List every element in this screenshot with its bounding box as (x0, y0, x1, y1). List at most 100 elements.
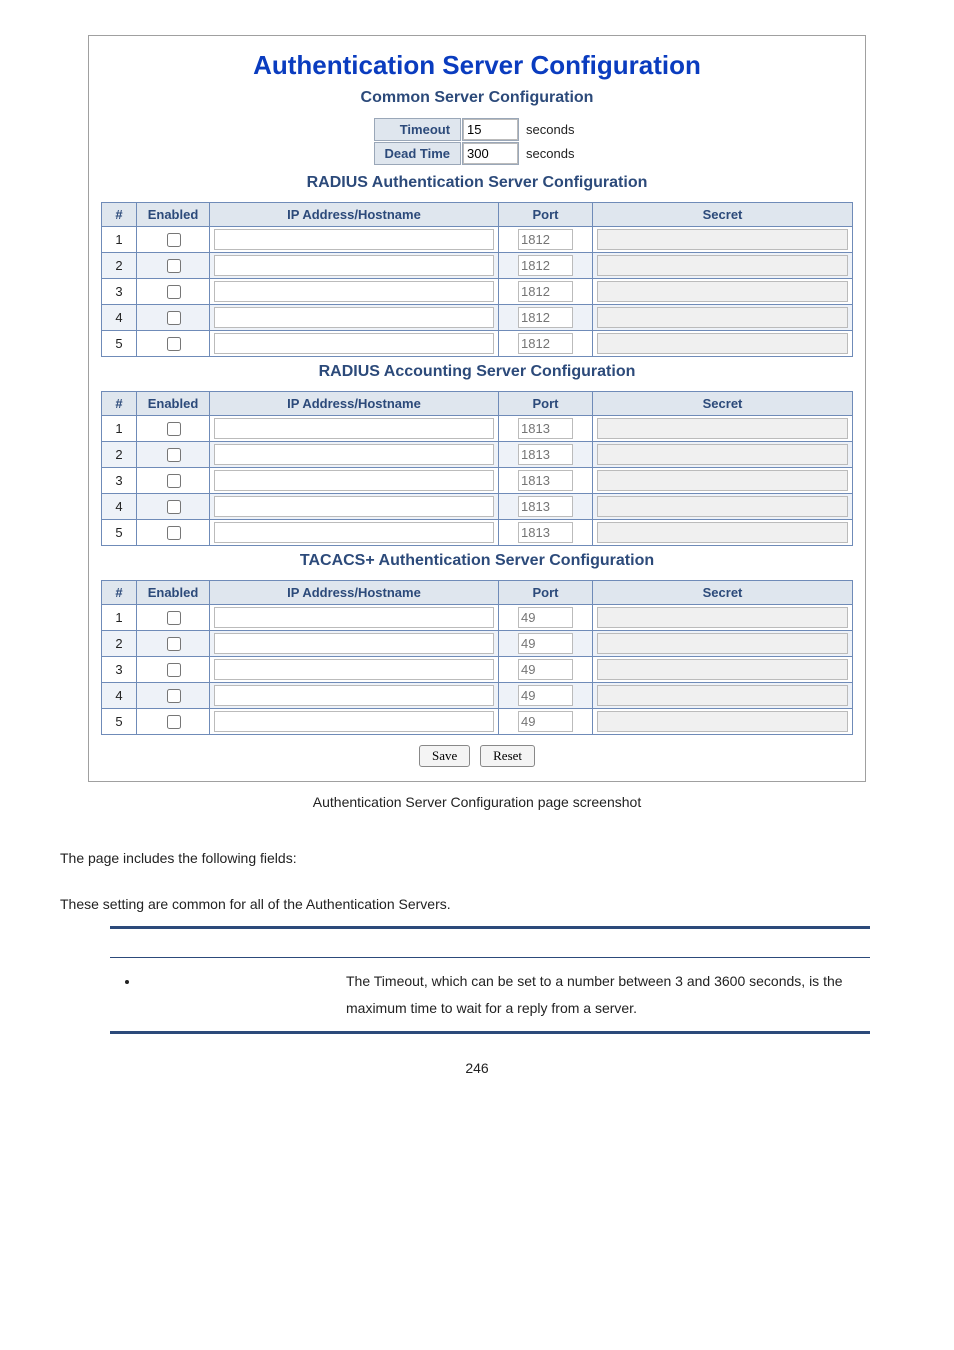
secret-input[interactable] (597, 711, 848, 732)
secret-input[interactable] (597, 307, 848, 328)
secret-input[interactable] (597, 496, 848, 517)
secret-input[interactable] (597, 470, 848, 491)
figure-caption: Authentication Server Configuration page… (60, 794, 894, 810)
enabled-checkbox[interactable] (167, 337, 181, 351)
ip-input[interactable] (214, 711, 494, 732)
col-num: # (102, 392, 137, 416)
secret-input[interactable] (597, 444, 848, 465)
col-enabled: Enabled (137, 581, 210, 605)
secret-input[interactable] (597, 255, 848, 276)
secret-input[interactable] (597, 281, 848, 302)
timeout-label: Timeout (374, 118, 462, 141)
deadtime-input[interactable] (463, 143, 518, 164)
ip-input[interactable] (214, 307, 494, 328)
port-input[interactable] (518, 633, 573, 654)
ip-input[interactable] (214, 607, 494, 628)
tacacs-heading: TACACS+ Authentication Server Configurat… (101, 552, 853, 570)
col-ip: IP Address/Hostname (210, 203, 499, 227)
port-input[interactable] (518, 522, 573, 543)
col-secret: Secret (593, 203, 853, 227)
port-input[interactable] (518, 444, 573, 465)
table-row: 2 (102, 442, 853, 468)
enabled-checkbox[interactable] (167, 259, 181, 273)
port-input[interactable] (518, 333, 573, 354)
ip-input[interactable] (214, 281, 494, 302)
col-num: # (102, 581, 137, 605)
config-panel: Authentication Server Configuration Comm… (88, 35, 866, 782)
enabled-checkbox[interactable] (167, 611, 181, 625)
port-input[interactable] (518, 607, 573, 628)
enabled-checkbox[interactable] (167, 233, 181, 247)
port-input[interactable] (518, 281, 573, 302)
port-input[interactable] (518, 229, 573, 250)
enabled-checkbox[interactable] (167, 500, 181, 514)
enabled-checkbox[interactable] (167, 422, 181, 436)
ip-input[interactable] (214, 470, 494, 491)
ip-input[interactable] (214, 659, 494, 680)
ip-input[interactable] (214, 229, 494, 250)
enabled-checkbox[interactable] (167, 285, 181, 299)
col-ip: IP Address/Hostname (210, 392, 499, 416)
row-num: 2 (102, 631, 137, 657)
ip-input[interactable] (214, 633, 494, 654)
table-row: 3 (102, 468, 853, 494)
table-row: 1 (102, 605, 853, 631)
enabled-checkbox[interactable] (167, 715, 181, 729)
ip-input[interactable] (214, 418, 494, 439)
row-num: 4 (102, 683, 137, 709)
enabled-checkbox[interactable] (167, 637, 181, 651)
secret-input[interactable] (597, 229, 848, 250)
secret-input[interactable] (597, 685, 848, 706)
row-num: 1 (102, 605, 137, 631)
table-row: 3 (102, 657, 853, 683)
tacacs-table: # Enabled IP Address/Hostname Port Secre… (101, 580, 853, 735)
secret-input[interactable] (597, 633, 848, 654)
ip-input[interactable] (214, 333, 494, 354)
col-enabled: Enabled (137, 392, 210, 416)
ip-input[interactable] (214, 685, 494, 706)
row-num: 1 (102, 416, 137, 442)
table-row: 1 (102, 416, 853, 442)
col-ip: IP Address/Hostname (210, 581, 499, 605)
reset-button[interactable]: Reset (480, 745, 535, 767)
save-button[interactable]: Save (419, 745, 470, 767)
ip-input[interactable] (214, 255, 494, 276)
enabled-checkbox[interactable] (167, 474, 181, 488)
secret-input[interactable] (597, 333, 848, 354)
port-input[interactable] (518, 711, 573, 732)
port-input[interactable] (518, 307, 573, 328)
table-row: 4 (102, 494, 853, 520)
port-input[interactable] (518, 659, 573, 680)
table-row: 4 (102, 683, 853, 709)
ip-input[interactable] (214, 444, 494, 465)
row-num: 5 (102, 520, 137, 546)
port-input[interactable] (518, 470, 573, 491)
secret-input[interactable] (597, 522, 848, 543)
port-input[interactable] (518, 418, 573, 439)
desc-object-cell (110, 958, 334, 1033)
table-row: 2 (102, 631, 853, 657)
table-row: 2 (102, 253, 853, 279)
secret-input[interactable] (597, 418, 848, 439)
port-input[interactable] (518, 255, 573, 276)
port-input[interactable] (518, 496, 573, 517)
row-num: 1 (102, 227, 137, 253)
row-num: 4 (102, 305, 137, 331)
port-input[interactable] (518, 685, 573, 706)
enabled-checkbox[interactable] (167, 448, 181, 462)
enabled-checkbox[interactable] (167, 663, 181, 677)
enabled-checkbox[interactable] (167, 689, 181, 703)
timeout-input[interactable] (463, 119, 518, 140)
radius-auth-table: # Enabled IP Address/Hostname Port Secre… (101, 202, 853, 357)
desc-header-description (334, 928, 870, 958)
row-num: 5 (102, 331, 137, 357)
row-num: 3 (102, 657, 137, 683)
enabled-checkbox[interactable] (167, 526, 181, 540)
ip-input[interactable] (214, 522, 494, 543)
row-num: 3 (102, 279, 137, 305)
secret-input[interactable] (597, 607, 848, 628)
table-row: 5 (102, 709, 853, 735)
secret-input[interactable] (597, 659, 848, 680)
ip-input[interactable] (214, 496, 494, 517)
enabled-checkbox[interactable] (167, 311, 181, 325)
